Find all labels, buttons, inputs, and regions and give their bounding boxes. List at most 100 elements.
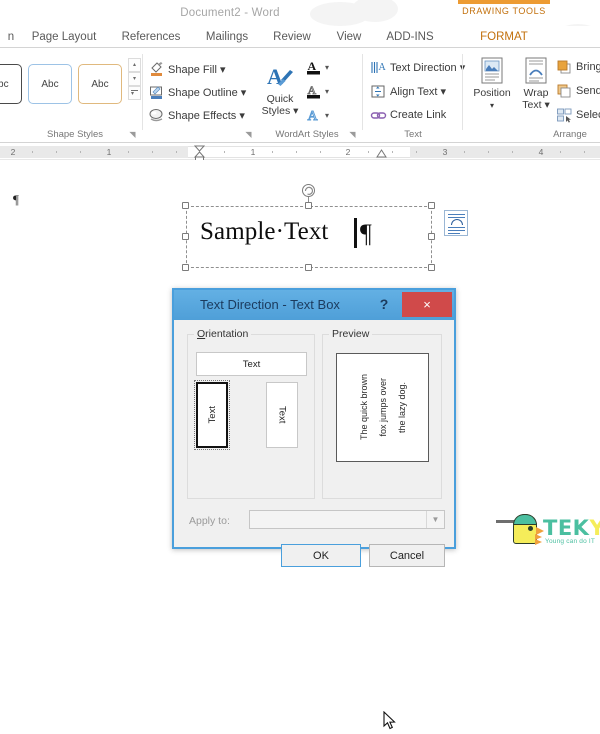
svg-text:A: A (308, 83, 317, 97)
preview-legend: Preview (329, 328, 373, 340)
wordart-dialog-launcher-left[interactable]: ◥ (244, 130, 253, 139)
preview-line: the lazy dog. (396, 381, 407, 434)
preview-line: fox jumps over (377, 378, 388, 437)
create-link-label: Create Link (390, 109, 447, 121)
wrap-text-button[interactable]: Wrap Text ▾ (514, 56, 558, 111)
tab-page-layout[interactable]: Page Layout (22, 26, 106, 48)
close-icon[interactable]: × (402, 292, 452, 317)
mouse-cursor (383, 710, 397, 731)
position-label: Position (473, 87, 511, 99)
text-box-content: Sample·Text (200, 218, 329, 245)
gallery-scroll-up-button[interactable]: ▴ (128, 58, 141, 72)
gallery-scroll-down-button[interactable]: ▾ (128, 72, 141, 86)
resize-handle-ne[interactable] (428, 202, 435, 209)
shape-fill-button[interactable]: Shape Fill ▾ (148, 59, 226, 79)
orientation-legend-accel: O (197, 328, 206, 340)
create-link-button[interactable]: Create Link (370, 105, 446, 125)
tab-mailings[interactable]: Mailings (196, 26, 258, 48)
title-bar: Document2 - Word DRAWING TOOLS (0, 0, 600, 46)
tab-references[interactable]: References (112, 26, 190, 48)
text-fill-arrow: ▾ (325, 62, 330, 72)
tab-format[interactable]: FORMAT (458, 26, 550, 48)
quick-styles-label-1: Quick (266, 93, 294, 105)
shape-outline-button[interactable]: Shape Outline ▾ (148, 82, 246, 102)
ok-button[interactable]: OK (281, 544, 361, 567)
resize-handle-n[interactable] (305, 202, 312, 209)
shape-fill-icon (148, 61, 165, 78)
wrap-text-label-1: Wrap (523, 87, 549, 99)
text-effects-icon: A (305, 107, 322, 124)
bring-forward-label: Bring (576, 61, 600, 73)
text-fill-icon: A (305, 59, 322, 76)
resize-handle-sw[interactable] (182, 264, 189, 271)
wrap-text-label-2: Text ▾ (522, 98, 550, 111)
shape-style-thumb-0[interactable]: Abc (0, 64, 22, 104)
resize-handle-s[interactable] (305, 264, 312, 271)
shape-effects-label: Shape Effects ▾ (168, 109, 245, 122)
tab-view[interactable]: View (326, 26, 372, 48)
ruler-margin-left (0, 146, 188, 158)
ruler-number: 4 (538, 147, 544, 157)
text-outline-button[interactable]: A ▾ (305, 81, 329, 101)
shape-style-thumb-1[interactable]: Abc (28, 64, 72, 104)
ruler-number: 3 (442, 147, 448, 157)
shape-style-thumb-label: Abc (0, 78, 9, 90)
cancel-button[interactable]: Cancel (369, 544, 445, 567)
orientation-legend-rest: rientation (205, 328, 249, 340)
text-direction-label: Text Direction ▾ (390, 61, 466, 74)
shape-effects-button[interactable]: Shape Effects ▾ (148, 105, 245, 125)
resize-handle-se[interactable] (428, 264, 435, 271)
help-icon[interactable]: ? (376, 294, 392, 314)
chevron-down-icon[interactable]: ▼ (426, 511, 444, 528)
text-direction-button[interactable]: A Text Direction ▾ (370, 57, 465, 77)
teky-logo: TEKY Young can do IT (496, 506, 600, 551)
gallery-more-button[interactable]: ▾ (128, 86, 141, 100)
bring-forward-button[interactable]: Bring (556, 57, 600, 77)
selection-pane-button[interactable]: Select (556, 105, 600, 125)
svg-text:A: A (379, 62, 387, 73)
text-direction-dialog[interactable]: Text Direction - Text Box ? × Orientatio… (172, 288, 456, 730)
resize-handle-e[interactable] (428, 233, 435, 240)
align-text-label: Align Text ▾ (390, 85, 447, 98)
apply-to-label: Apply to: (189, 515, 230, 527)
text-fill-button[interactable]: A ▾ (305, 57, 329, 77)
apply-to-dropdown[interactable]: ▼ (249, 510, 445, 529)
selected-text-box[interactable]: Sample·Text ¶ (182, 184, 435, 271)
group-label-text: Text (404, 129, 422, 140)
selection-pane-icon (556, 107, 573, 124)
send-backward-button[interactable]: Send (556, 81, 600, 101)
resize-handle-w[interactable] (182, 233, 189, 240)
logo-wordmark: TEKY (543, 516, 600, 540)
tab-review[interactable]: Review (264, 26, 320, 48)
orientation-legend: Orientation (194, 328, 252, 340)
align-text-icon (370, 83, 387, 100)
dialog-title-bar[interactable]: Text Direction - Text Box ? × (174, 290, 454, 320)
shape-outline-label: Shape Outline ▾ (168, 86, 247, 99)
position-button[interactable]: Position ▾ (470, 56, 514, 111)
shape-outline-icon (148, 84, 165, 101)
resize-handle-nw[interactable] (182, 202, 189, 209)
ruler-number: 2 (345, 147, 351, 157)
orientation-option-label: Text (276, 406, 288, 424)
orientation-option-rotate-270[interactable]: Text (194, 380, 230, 450)
layout-options-icon[interactable] (444, 210, 468, 236)
tab-add-ins[interactable]: ADD-INS (378, 26, 442, 48)
wordart-styles-dialog-launcher[interactable]: ◥ (348, 130, 357, 139)
logo-word-main: TEK (543, 516, 590, 540)
orientation-option-label: Text (206, 406, 218, 424)
text-direction-icon: A (370, 59, 387, 76)
horizontal-ruler[interactable]: 2 1 1 2 3 4 (0, 144, 600, 162)
rotation-handle[interactable] (302, 184, 315, 197)
document-title: Document2 - Word (180, 7, 280, 19)
text-effects-button[interactable]: A ▾ (305, 105, 329, 125)
shape-styles-dialog-launcher[interactable]: ◥ (128, 130, 137, 139)
group-separator (362, 54, 363, 130)
shape-style-thumb-2[interactable]: Abc (78, 64, 122, 104)
orientation-option-rotate-90[interactable]: Text (266, 382, 298, 448)
align-text-button[interactable]: Align Text ▾ (370, 81, 446, 101)
quick-styles-button[interactable]: A Quick Styles ▾ (258, 62, 302, 117)
orientation-option-horizontal[interactable]: Text (196, 352, 307, 376)
text-box-paragraph-mark: ¶ (360, 219, 372, 248)
tab-home-partial[interactable]: n (0, 26, 22, 48)
group-separator (462, 54, 463, 130)
